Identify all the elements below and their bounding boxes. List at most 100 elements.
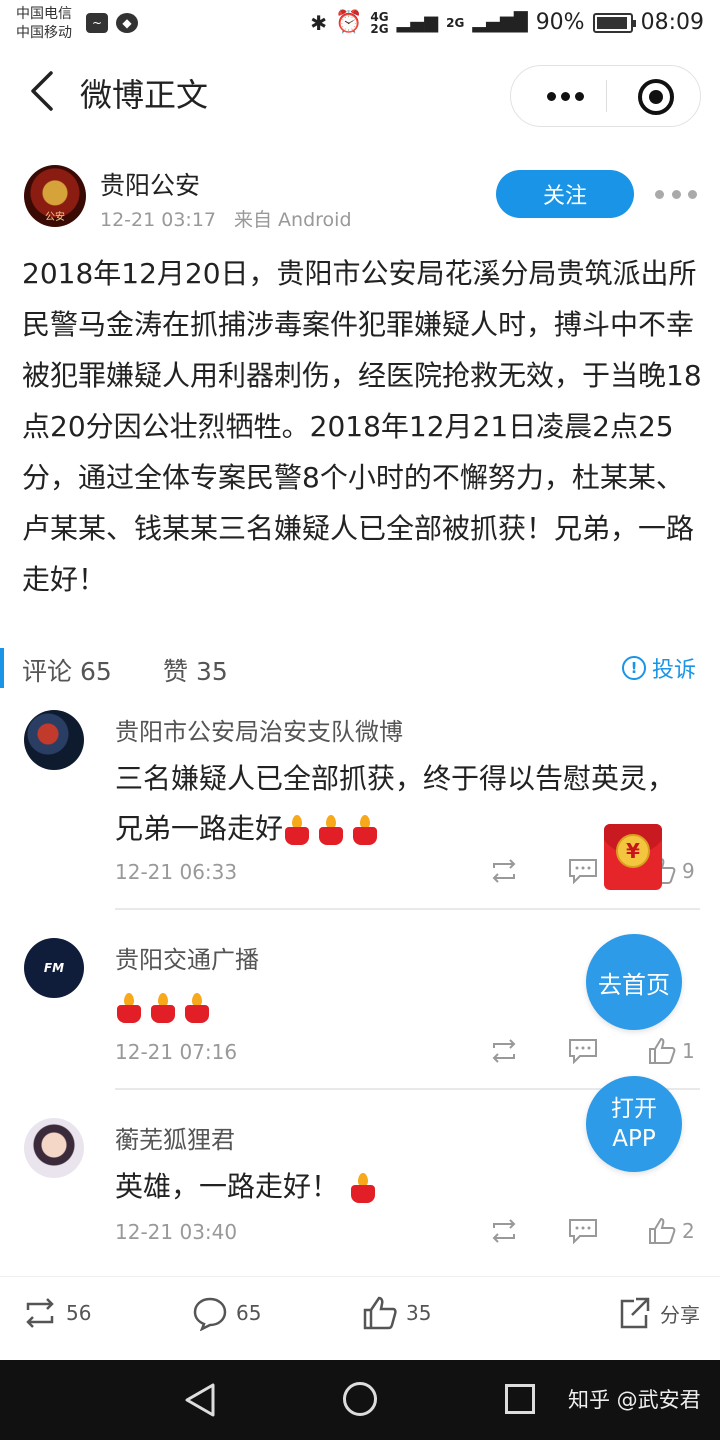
nav-recents-icon[interactable] <box>505 1384 535 1414</box>
more-options-button[interactable] <box>535 66 595 126</box>
carrier-1: 中国电信 <box>16 6 72 22</box>
post-text: 2018年12月20日，贵阳市公安局花溪分局贵筑派出所民警马金涛在抓捕涉毒案件犯… <box>22 257 702 596</box>
candle-icon <box>349 1173 377 1203</box>
like-button[interactable]: 1 <box>648 1036 695 1066</box>
chevron-left-icon <box>31 71 53 111</box>
capsule-divider <box>606 80 607 112</box>
thumbs-up-icon <box>649 1037 676 1064</box>
comment-time: 12-21 07:16 <box>115 1040 238 1064</box>
candle-emojis <box>115 993 211 1023</box>
comment-text-content: 英雄，一路走好！ <box>115 1170 340 1203</box>
like-count: 1 <box>682 1039 695 1063</box>
nav-back-icon[interactable] <box>183 1382 217 1418</box>
tab-comments[interactable]: 评论 65 <box>22 652 112 688</box>
comment-action[interactable]: 65 <box>192 1295 261 1331</box>
alarm-icon: ⏰ <box>334 10 363 35</box>
share-action[interactable]: 分享 <box>616 1295 700 1331</box>
signal-icon: ▂▄▆ <box>396 12 439 33</box>
red-packet-button[interactable]: ¥ <box>604 824 662 890</box>
commenter-name[interactable]: 贵阳市公安局治安支队微博 <box>115 712 403 747</box>
status-bar: 中国电信 中国移动 ~ ◆ ✱ ⏰ 4G 2G ▂▄▆ 2G ▂▄▆█ 90% … <box>0 0 720 50</box>
comment-time: 12-21 03:40 <box>115 1220 238 1244</box>
reply-button[interactable] <box>568 1036 598 1066</box>
carrier-labels: 中国电信 中国移动 <box>16 5 72 43</box>
commenter-name[interactable]: 贵阳交通广播 <box>115 940 259 975</box>
network-label-2: 2G <box>370 21 389 36</box>
repost-icon <box>26 1298 54 1328</box>
post-source: 来自 Android <box>234 209 352 231</box>
fm-logo: FM <box>43 961 65 975</box>
candle-emojis <box>349 1173 377 1203</box>
nav-home-icon[interactable] <box>343 1382 377 1416</box>
repost-icon <box>492 1039 516 1063</box>
activity-icon: ~ <box>86 13 108 33</box>
tab-likes[interactable]: 赞 35 <box>163 652 228 688</box>
comment-icon <box>569 859 597 884</box>
comment-divider <box>115 908 700 910</box>
bottom-action-bar: 56 65 35 分享 <box>0 1276 720 1360</box>
repost-button[interactable] <box>488 1036 520 1066</box>
candle-icon <box>183 993 211 1023</box>
comment-icon <box>569 1039 597 1064</box>
comment-tabs: 评论 65 赞 35 ! 投诉 <box>0 640 720 696</box>
close-miniprogram-button[interactable] <box>638 79 674 115</box>
report-button[interactable]: ! 投诉 <box>621 652 696 684</box>
info-icon: ! <box>621 656 646 680</box>
candle-emojis <box>283 815 379 845</box>
post-meta: 12-21 03:17 来自 Android <box>100 205 352 232</box>
candle-icon <box>115 993 143 1023</box>
commenter-avatar[interactable] <box>24 1118 84 1178</box>
repost-count: 56 <box>66 1301 92 1325</box>
candle-icon <box>317 815 345 845</box>
comment-actions: 9 <box>488 856 703 886</box>
comment-text-content: 三名嫌疑人已全部抓获，终于得以告慰英灵，兄弟一路走好 <box>115 762 676 845</box>
comment-actions: 1 <box>488 1036 703 1066</box>
battery-percent: 90% <box>535 10 585 35</box>
back-button[interactable] <box>22 66 62 116</box>
go-home-button[interactable]: 去首页 <box>586 934 682 1030</box>
yuan-coin-icon: ¥ <box>616 834 650 868</box>
post-more-button[interactable] <box>655 180 697 208</box>
comment-bubble-icon <box>193 1297 227 1331</box>
signal-icon-2: ▂▄▆█ <box>472 12 528 33</box>
battery-icon <box>592 12 636 33</box>
candle-icon <box>149 993 177 1023</box>
comment-count: 65 <box>236 1301 262 1325</box>
watermark: 知乎 @武安君 <box>568 1388 701 1412</box>
share-label: 分享 <box>660 1302 700 1327</box>
network-label-3: 2G <box>446 15 465 30</box>
like-button[interactable]: 2 <box>648 1216 695 1246</box>
comment-text: 三名嫌疑人已全部抓获，终于得以告慰英灵，兄弟一路走好 <box>115 754 675 854</box>
comment-text: 英雄，一路走好！ <box>115 1162 675 1212</box>
follow-button[interactable]: 关注 <box>496 170 634 218</box>
reply-button[interactable] <box>568 856 598 886</box>
thumbs-up-icon <box>363 1296 397 1330</box>
like-count: 9 <box>682 859 695 883</box>
commenter-avatar[interactable] <box>24 710 84 770</box>
clock: 08:09 <box>640 10 704 35</box>
bluetooth-icon: ✱ <box>310 10 327 35</box>
carrier-2: 中国移动 <box>16 25 72 41</box>
author-name[interactable]: 贵阳公安 <box>100 166 200 202</box>
commenter-avatar[interactable]: FM <box>24 938 84 998</box>
repost-icon <box>492 859 516 883</box>
reply-button[interactable] <box>568 1216 598 1246</box>
author-avatar[interactable] <box>24 165 86 227</box>
notification-icons: ~ ◆ <box>86 13 138 33</box>
like-count: 2 <box>682 1219 695 1243</box>
comment-icon <box>569 1219 597 1244</box>
commenter-name[interactable]: 蘅芜狐狸君 <box>115 1120 235 1155</box>
open-app-button[interactable]: 打开 APP <box>586 1076 682 1172</box>
repost-action[interactable]: 56 <box>22 1295 91 1331</box>
like-count-total: 35 <box>406 1301 432 1325</box>
shield-icon: ◆ <box>116 13 138 33</box>
page-title: 微博正文 <box>80 76 209 114</box>
repost-button[interactable] <box>488 856 520 886</box>
active-tab-indicator <box>0 648 4 688</box>
like-action[interactable]: 35 <box>362 1295 431 1331</box>
comment-time: 12-21 06:33 <box>115 860 238 884</box>
open-app-label-1: 打开 <box>611 1096 657 1122</box>
comment-actions: 2 <box>488 1216 703 1246</box>
status-icons: ✱ ⏰ 4G 2G ▂▄▆ 2G ▂▄▆█ 90% 08:09 <box>310 10 704 35</box>
repost-button[interactable] <box>488 1216 520 1246</box>
